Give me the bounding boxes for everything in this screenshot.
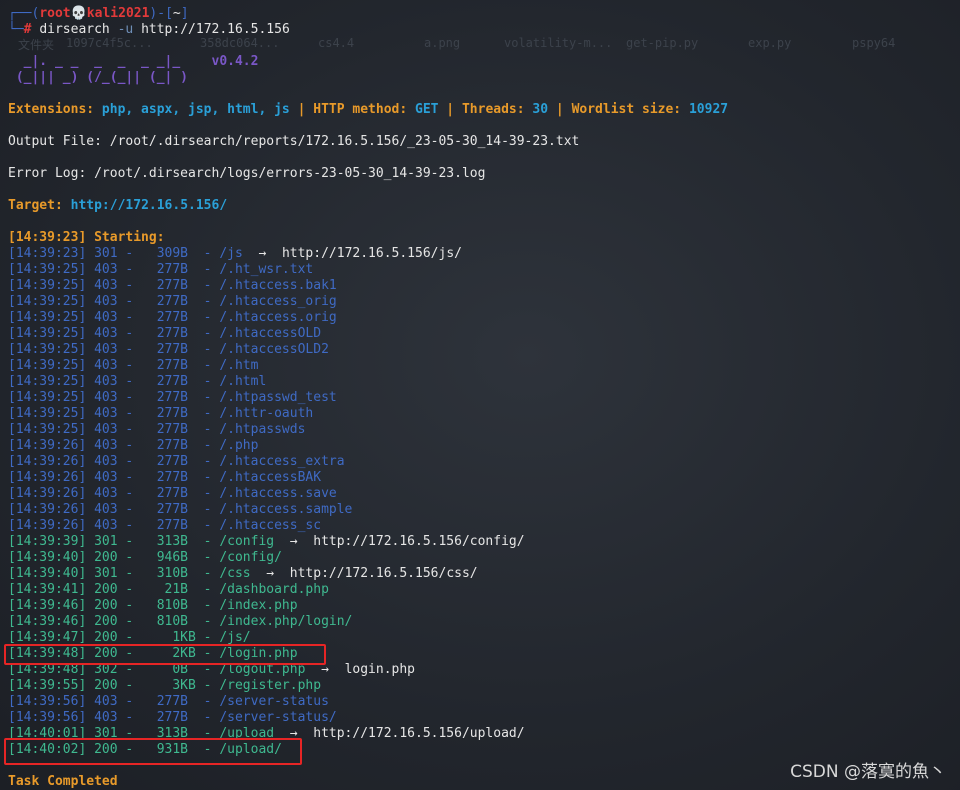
redirect-target: http://172.16.5.156/upload/ [313,726,525,741]
result-row: [14:39:26] 403 - 277B - /.htaccess_sc [8,518,952,534]
result-row-text: [14:39:48] 200 - 2KB - /login.php [8,646,298,661]
result-row-text: [14:39:25] 403 - 277B - /.html [8,374,267,389]
result-row: [14:39:26] 403 - 277B - /.php [8,438,952,454]
result-rows: [14:39:23] 301 - 309B - /js → http://172… [8,246,952,758]
threads-value: 30 [532,102,549,117]
prompt-command-line: └─# dirsearch -u http://172.16.5.156 [8,22,290,37]
result-row-text: [14:39:25] 403 - 277B - /.htaccess.bak1 [8,278,337,293]
redirect-target: http://172.16.5.156/css/ [289,566,478,581]
result-row: [14:39:41] 200 - 21B - /dashboard.php [8,582,952,598]
starting-line: [14:39:23] Starting: [8,230,173,245]
result-row: [14:39:26] 403 - 277B - /.htaccess.sampl… [8,502,952,518]
result-row-text: [14:39:25] 403 - 277B - /.ht_wsr.txt [8,262,314,277]
result-row: [14:39:25] 403 - 277B - /.htpasswds [8,422,952,438]
result-row-text: [14:39:40] 301 - 310B - /css [8,566,251,581]
result-row: [14:39:47] 200 - 1KB - /js/ [8,630,952,646]
result-row: [14:39:25] 403 - 277B - /.htaccess.bak1 [8,278,952,294]
result-row: [14:39:25] 403 - 277B - /.htaccessOLD [8,326,952,342]
result-row: [14:39:48] 200 - 2KB - /login.php [8,646,952,662]
result-row: [14:39:39] 301 - 313B - /config → http:/… [8,534,952,550]
result-row: [14:39:40] 200 - 946B - /config/ [8,550,952,566]
method-value: GET [415,102,439,117]
result-row-text: [14:39:56] 403 - 277B - /server-status [8,694,329,709]
result-row-text: [14:39:26] 403 - 277B - /.htaccess.sampl… [8,502,353,517]
result-row-text: [14:39:26] 403 - 277B - /.htaccess_extra [8,454,345,469]
version-label: v0.4.2 [211,54,259,69]
result-row: [14:39:25] 403 - 277B - /.htaccess.orig [8,310,952,326]
result-row-text: [14:39:39] 301 - 313B - /config [8,534,275,549]
result-row: [14:39:25] 403 - 277B - /.htpasswd_test [8,390,952,406]
result-row-text: [14:39:48] 302 - 0B - /logout.php [8,662,306,677]
result-row: [14:39:25] 403 - 277B - /.httr-oauth [8,406,952,422]
result-row-text: [14:39:25] 403 - 277B - /.htpasswd_test [8,390,337,405]
result-row: [14:39:26] 403 - 277B - /.htaccessBAK [8,470,952,486]
command-url: http://172.16.5.156 [133,22,290,37]
result-row-text: [14:40:02] 200 - 931B - /upload/ [8,742,282,757]
banner-line-2: (_||| _) (/_(_|| (_| ) [8,70,212,85]
result-row: [14:39:23] 301 - 309B - /js → http://172… [8,246,952,262]
result-row: [14:40:01] 301 - 313B - /upload → http:/… [8,726,952,742]
result-row: [14:39:48] 302 - 0B - /logout.php → logi… [8,662,952,678]
result-row: [14:39:40] 301 - 310B - /css → http://17… [8,566,952,582]
result-row-text: [14:39:46] 200 - 810B - /index.php [8,598,298,613]
result-row-text: [14:39:40] 200 - 946B - /config/ [8,550,282,565]
result-row-text: [14:39:25] 403 - 277B - /.htm [8,358,259,373]
extensions-value: php, aspx, jsp, html, js [101,102,290,117]
result-row: [14:39:26] 403 - 277B - /.htaccess.save [8,486,952,502]
result-row-text: [14:40:01] 301 - 313B - /upload [8,726,275,741]
redirect-arrow-icon: → [250,566,290,581]
result-row: [14:39:46] 200 - 810B - /index.php/login… [8,614,952,630]
redirect-arrow-icon: → [274,534,314,549]
terminal-window[interactable]: 文件夹 1097c4f5c... 358dc064... cs4.4 a.png vola… [0,0,960,790]
redirect-arrow-icon: → [274,726,314,741]
prompt-top-line: ┌──(root💀kali2021)-[~] [8,6,189,21]
command-flag: -u [109,22,134,37]
prompt-user: root💀kali2021 [39,6,150,21]
result-row-text: [14:39:25] 403 - 277B - /.htaccess_orig [8,294,337,309]
result-row-text: [14:39:23] 301 - 309B - /js [8,246,243,261]
result-row: [14:39:46] 200 - 810B - /index.php [8,598,952,614]
result-row: [14:39:25] 403 - 277B - /.html [8,374,952,390]
result-row-text: [14:39:26] 403 - 277B - /.htaccess.save [8,486,337,501]
result-row: [14:39:25] 403 - 277B - /.ht_wsr.txt [8,262,952,278]
redirect-target: http://172.16.5.156/config/ [313,534,525,549]
wordlist-value: 10927 [688,102,729,117]
output-file-line: Output File: /root/.dirsearch/reports/17… [8,134,580,149]
result-row: [14:39:25] 403 - 277B - /.htm [8,358,952,374]
result-row-text: [14:39:47] 200 - 1KB - /js/ [8,630,251,645]
result-row-text: [14:39:25] 403 - 277B - /.htaccessOLD [8,326,322,341]
result-row: [14:40:02] 200 - 931B - /upload/ [8,742,952,758]
result-row: [14:39:56] 403 - 277B - /server-status [8,694,952,710]
result-row-text: [14:39:55] 200 - 3KB - /register.php [8,678,322,693]
result-row-text: [14:39:26] 403 - 277B - /.htaccessBAK [8,470,322,485]
redirect-target: login.php [344,662,416,677]
banner-line-1: _|. _ _ _ _ _ _|_ v0.4.2 [8,54,259,69]
redirect-arrow-icon: → [242,246,282,261]
result-row-text: [14:39:26] 403 - 277B - /.php [8,438,259,453]
target-url: http://172.16.5.156/ [70,198,228,213]
result-row: [14:39:25] 403 - 277B - /.htaccess_orig [8,294,952,310]
result-row: [14:39:25] 403 - 277B - /.htaccessOLD2 [8,342,952,358]
terminal-output: ┌──(root💀kali2021)-[~] └─# dirsearch -u … [8,6,952,790]
csdn-watermark: CSDN @落寞的魚丶 [790,762,946,782]
result-row-text: [14:39:46] 200 - 810B - /index.php/login… [8,614,353,629]
result-row-text: [14:39:25] 403 - 277B - /.htaccess.orig [8,310,337,325]
result-row-text: [14:39:25] 403 - 277B - /.httr-oauth [8,406,314,421]
scan-summary: Extensions: php, aspx, jsp, html, js | H… [8,102,729,117]
target-line: Target: http://172.16.5.156/ [8,198,228,213]
result-row-text: [14:39:41] 200 - 21B - /dashboard.php [8,582,329,597]
prompt-dir: ~ [172,6,181,21]
redirect-target: http://172.16.5.156/js/ [281,246,462,261]
result-row-text: [14:39:26] 403 - 277B - /.htaccess_sc [8,518,322,533]
result-row: [14:39:56] 403 - 277B - /server-status/ [8,710,952,726]
result-row-text: [14:39:56] 403 - 277B - /server-status/ [8,710,337,725]
result-row: [14:39:26] 403 - 277B - /.htaccess_extra [8,454,952,470]
result-row-text: [14:39:25] 403 - 277B - /.htpasswds [8,422,306,437]
command-name: dirsearch [39,22,110,37]
result-row: [14:39:55] 200 - 3KB - /register.php [8,678,952,694]
redirect-arrow-icon: → [305,662,345,677]
result-row-text: [14:39:25] 403 - 277B - /.htaccessOLD2 [8,342,329,357]
error-log-line: Error Log: /root/.dirsearch/logs/errors-… [8,166,486,181]
